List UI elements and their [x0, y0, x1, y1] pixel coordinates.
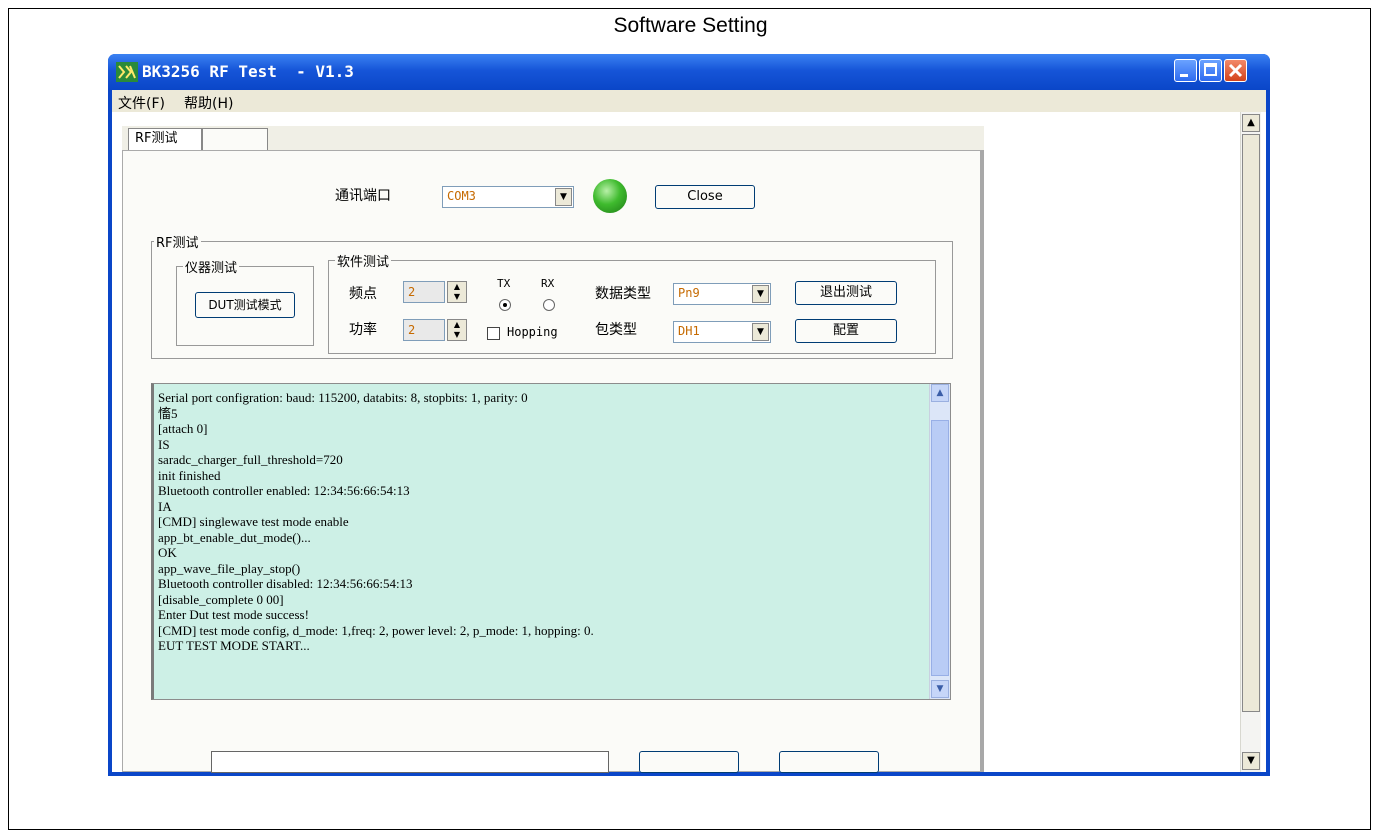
close-window-button[interactable] — [1224, 59, 1247, 82]
log-text: Serial port configration: baud: 115200, … — [158, 390, 594, 654]
log-line: [CMD] test mode config, d_mode: 1,freq: … — [158, 622, 594, 638]
log-line: EUT TEST MODE START... — [158, 638, 310, 653]
instrument-test-label: 仪器测试 — [183, 257, 240, 276]
tab-rf-test[interactable]: RF测试 — [128, 128, 202, 150]
tx-radio[interactable] — [499, 299, 511, 311]
tab-page: 通讯端口 COM3 ▼ Close RF测试 仪器测试 DUT测试模式 软件测试… — [122, 150, 984, 773]
client-area: 文件(F) 帮助(H) RF测试 通讯端口 COM3 ▼ Close RF测试 … — [112, 90, 1266, 773]
log-scroll-thumb[interactable] — [931, 420, 949, 676]
spin-arrows-icon[interactable]: ▲ ▼ — [447, 281, 467, 303]
log-line: saradc_charger_full_threshold=720 — [158, 452, 343, 467]
port-label: 通讯端口 — [335, 188, 391, 204]
title-bar[interactable]: BK3256 RF Test - V1.3 — [108, 54, 1270, 90]
scroll-down-icon[interactable]: ▼ — [931, 680, 949, 698]
close-port-button[interactable]: Close — [655, 185, 755, 209]
main-panel: RF测试 通讯端口 COM3 ▼ Close RF测试 仪器测试 DUT测试模式… — [122, 126, 984, 773]
packet-type-label: 包类型 — [595, 322, 637, 338]
freq-label: 频点 — [349, 286, 377, 302]
minimize-icon — [1180, 74, 1188, 77]
content-area: RF测试 通讯端口 COM3 ▼ Close RF测试 仪器测试 DUT测试模式… — [112, 112, 1266, 773]
bottom-button-1[interactable] — [639, 751, 739, 773]
page-title: Software Setting — [613, 14, 768, 37]
main-scrollbar[interactable]: ▲ ▼ — [1240, 112, 1261, 772]
tx-label: TX — [497, 277, 511, 290]
log-line: Bluetooth controller disabled: 12:34:56:… — [158, 576, 413, 591]
bottom-button-2[interactable] — [779, 751, 879, 773]
packet-type-value: DH1 — [678, 324, 700, 338]
power-value[interactable]: 2 — [403, 319, 445, 341]
hopping-checkbox[interactable] — [487, 327, 500, 340]
tab-second[interactable] — [202, 128, 268, 150]
data-type-value: Pn9 — [678, 286, 700, 300]
port-value: COM3 — [447, 189, 476, 203]
dut-test-mode-button[interactable]: DUT测试模式 — [195, 292, 295, 318]
rf-test-group: RF测试 仪器测试 DUT测试模式 软件测试 频点 2 ▲ ▼ 功率 2 ▲ ▼… — [151, 232, 953, 359]
app-window: BK3256 RF Test - V1.3 文件(F) 帮助(H) RF测试 通… — [108, 54, 1270, 776]
port-select[interactable]: COM3 ▼ — [442, 186, 574, 208]
config-button[interactable]: 配置 — [795, 319, 897, 343]
menu-help[interactable]: 帮助(H) — [184, 93, 233, 113]
exit-test-button[interactable]: 退出测试 — [795, 281, 897, 305]
log-line: [attach 0] — [158, 421, 208, 436]
dropdown-arrow-icon[interactable]: ▼ — [555, 188, 572, 206]
log-output[interactable]: Serial port configration: baud: 115200, … — [151, 383, 951, 700]
log-line: 慉5 — [158, 405, 178, 421]
menu-bar: 文件(F) 帮助(H) — [112, 90, 1266, 112]
close-icon — [1228, 63, 1243, 78]
dropdown-arrow-icon[interactable]: ▼ — [752, 323, 769, 341]
tab-label: RF测试 — [135, 131, 178, 146]
log-line: IS — [158, 436, 170, 452]
software-test-label: 软件测试 — [335, 251, 392, 270]
log-line: Serial port configration: baud: 115200, … — [158, 390, 528, 405]
spin-arrows-icon[interactable]: ▲ ▼ — [447, 319, 467, 341]
log-line: init finished — [158, 467, 221, 483]
rx-radio[interactable] — [543, 299, 555, 311]
packet-type-select[interactable]: DH1 ▼ — [673, 321, 771, 343]
menu-file[interactable]: 文件(F) — [118, 93, 165, 113]
freq-value[interactable]: 2 — [403, 281, 445, 303]
connection-status-indicator — [593, 179, 627, 213]
software-test-group: 软件测试 频点 2 ▲ ▼ 功率 2 ▲ ▼ TX RX Hopping 数据类… — [328, 251, 936, 354]
data-type-label: 数据类型 — [595, 286, 651, 302]
power-label: 功率 — [349, 322, 377, 338]
rf-test-group-label: RF测试 — [154, 232, 201, 251]
instrument-test-group: 仪器测试 DUT测试模式 — [176, 257, 314, 346]
bottom-input[interactable] — [211, 751, 609, 773]
log-line: Enter Dut test mode success! — [158, 607, 309, 622]
log-line: [CMD] singlewave test mode enable — [158, 514, 349, 529]
window-title: BK3256 RF Test - V1.3 — [142, 62, 354, 81]
scroll-up-icon[interactable]: ▲ — [1242, 114, 1260, 132]
data-type-select[interactable]: Pn9 ▼ — [673, 283, 771, 305]
minimize-button[interactable] — [1174, 59, 1197, 82]
maximize-icon — [1204, 63, 1217, 76]
hopping-label: Hopping — [507, 325, 558, 339]
dropdown-arrow-icon[interactable]: ▼ — [752, 285, 769, 303]
scroll-down-icon[interactable]: ▼ — [1242, 752, 1260, 770]
main-scroll-thumb[interactable] — [1242, 134, 1260, 712]
power-spinner[interactable]: 2 ▲ ▼ — [403, 319, 475, 341]
log-line: app_bt_enable_dut_mode()... — [158, 529, 311, 545]
scroll-up-icon[interactable]: ▲ — [931, 384, 949, 402]
log-line: IA — [158, 498, 172, 514]
log-line: app_wave_file_play_stop() — [158, 560, 301, 576]
app-icon — [116, 62, 138, 82]
freq-spinner[interactable]: 2 ▲ ▼ — [403, 281, 475, 303]
log-line: [disable_complete 0 00] — [158, 591, 284, 607]
log-line: Bluetooth controller enabled: 12:34:56:6… — [158, 483, 410, 498]
log-line: OK — [158, 545, 177, 560]
rx-label: RX — [541, 277, 555, 290]
maximize-button[interactable] — [1199, 59, 1222, 82]
log-scrollbar[interactable]: ▲ ▼ — [929, 384, 950, 699]
